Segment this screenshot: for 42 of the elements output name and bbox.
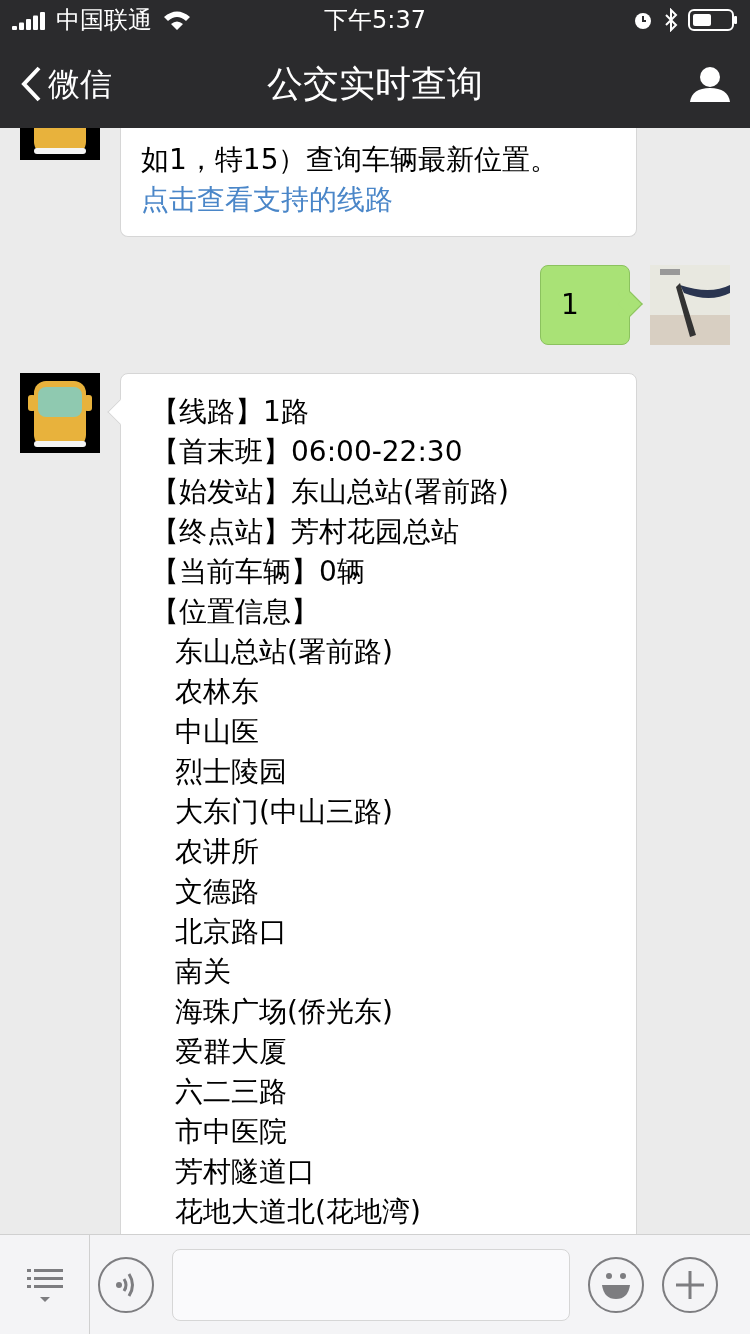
message-bubble: 1 [540, 265, 630, 345]
add-button[interactable] [662, 1256, 718, 1313]
message-line: 烈士陵园 [174, 754, 288, 790]
message-line: 文德路 [174, 874, 260, 910]
person-icon [690, 66, 730, 102]
emoji-button[interactable] [588, 1256, 644, 1313]
plus-icon [674, 1268, 706, 1301]
message-line: 中山医 [174, 714, 260, 750]
message-line: 东山总站(署前路) [174, 634, 394, 670]
message-line: 市中医院 [174, 1114, 288, 1150]
message-line: 芳村隧道口 [174, 1154, 316, 1190]
chevron-left-icon [20, 65, 42, 103]
bus-avatar-icon [20, 373, 100, 453]
message-line: 农林东 [174, 674, 260, 710]
chat-title: 公交实时查询 [267, 62, 483, 106]
bluetooth-icon [664, 8, 678, 32]
message-line: 【当前车辆】0辆 [151, 554, 366, 590]
supported-routes-link[interactable]: 点击查看支持的线路 [141, 180, 616, 220]
battery-icon [688, 8, 738, 32]
message-line: 【位置信息】 [151, 594, 320, 630]
message-line: 【首末班】06:00-22:30 [151, 434, 464, 470]
signal-icon [12, 10, 48, 30]
profile-button[interactable] [690, 66, 730, 102]
message-line: 【始发站】东山总站(署前路) [151, 474, 510, 510]
carrier-name: 中国联通 [56, 5, 152, 36]
message-line: 六二三路 [174, 1074, 288, 1110]
status-time: 下午5:37 [324, 5, 426, 36]
message-line: 北京路口 [174, 914, 288, 950]
message-line: 海珠广场(侨光东) [174, 994, 394, 1030]
message-line: 爱群大厦 [174, 1034, 288, 1070]
message-line: 花地大道北(花地湾) [174, 1194, 422, 1230]
voice-button[interactable] [98, 1256, 154, 1313]
message-line: 如1，特15）查询车辆最新位置。 [141, 142, 560, 178]
message-line: 农讲所 [174, 834, 260, 870]
message-line: 南关 [174, 954, 232, 990]
wifi-icon [162, 9, 192, 31]
message-line: 大东门(中山三路) [174, 794, 394, 830]
message-line: 【终点站】芳村花园总站 [151, 514, 460, 550]
back-button[interactable]: 微信 [20, 60, 112, 108]
bus-avatar-icon [20, 128, 100, 160]
message-input-field[interactable] [172, 1248, 570, 1321]
message-line: 【线路】1路 [151, 394, 310, 430]
